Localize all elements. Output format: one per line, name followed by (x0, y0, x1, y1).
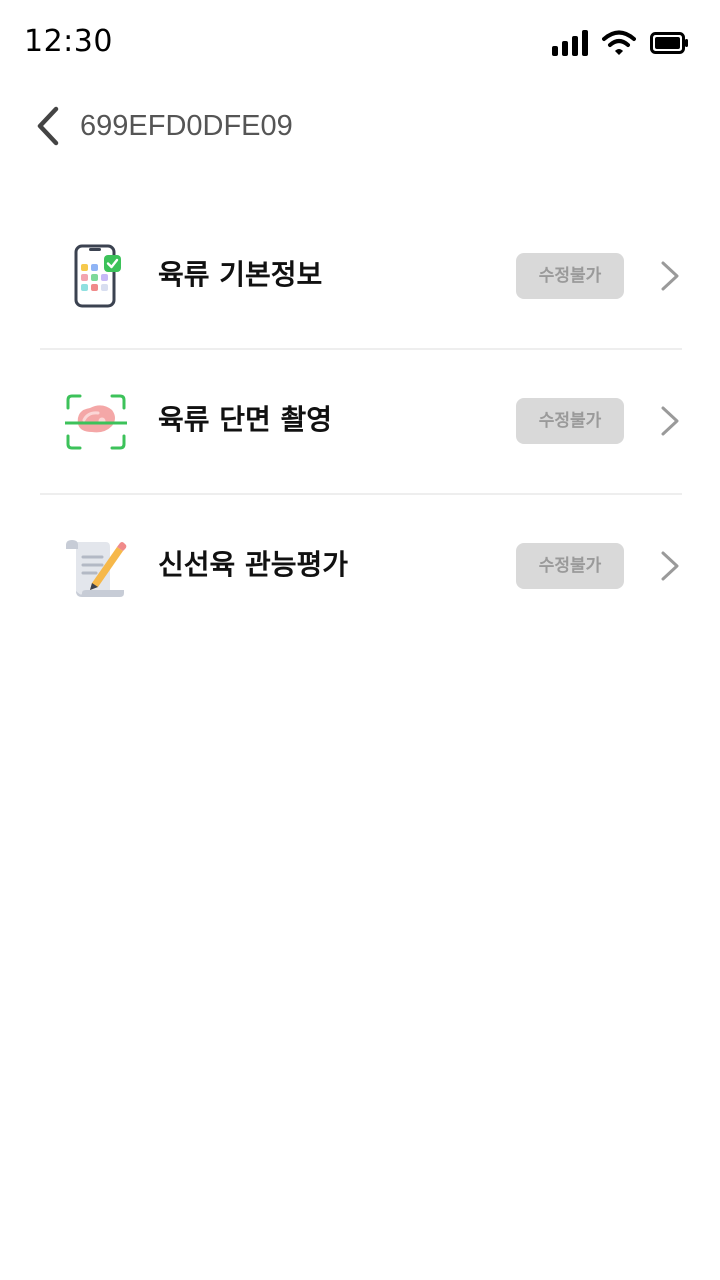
menu-item-sensory-evaluation[interactable]: 신선육 관능평가 수정불가 (40, 495, 682, 638)
menu-list: 육류 기본정보 수정불가 육류 단면 촬영 수정불가 신선육 관능평가 수정불가 (40, 205, 682, 638)
menu-item-label: 신선육 관능평가 (158, 548, 349, 581)
menu-item-label: 육류 단면 촬영 (158, 403, 333, 436)
evaluation-pencil-icon (62, 533, 130, 601)
menu-item-cross-section[interactable]: 육류 단면 촬영 수정불가 (40, 350, 682, 495)
wifi-icon (602, 30, 636, 55)
chevron-left-icon (37, 106, 59, 146)
signal-icon (552, 30, 588, 56)
chevron-right-icon (661, 406, 679, 436)
battery-icon (650, 32, 688, 54)
page-title: 699EFD0DFE09 (80, 110, 293, 142)
status-icons (552, 28, 688, 58)
chevron-right-icon (661, 551, 679, 581)
app-header: 699EFD0DFE09 (0, 92, 720, 160)
status-bar: 12:30 (0, 0, 720, 86)
status-badge: 수정불가 (516, 253, 624, 299)
status-badge: 수정불가 (516, 398, 624, 444)
menu-item-label: 육류 기본정보 (158, 258, 323, 291)
back-button[interactable] (26, 100, 70, 152)
status-time: 12:30 (24, 24, 113, 59)
menu-item-basic-info[interactable]: 육류 기본정보 수정불가 (40, 205, 682, 350)
status-badge: 수정불가 (516, 543, 624, 589)
phone-app-check-icon (62, 243, 130, 311)
meat-scan-icon (62, 388, 130, 456)
chevron-right-icon (661, 261, 679, 291)
